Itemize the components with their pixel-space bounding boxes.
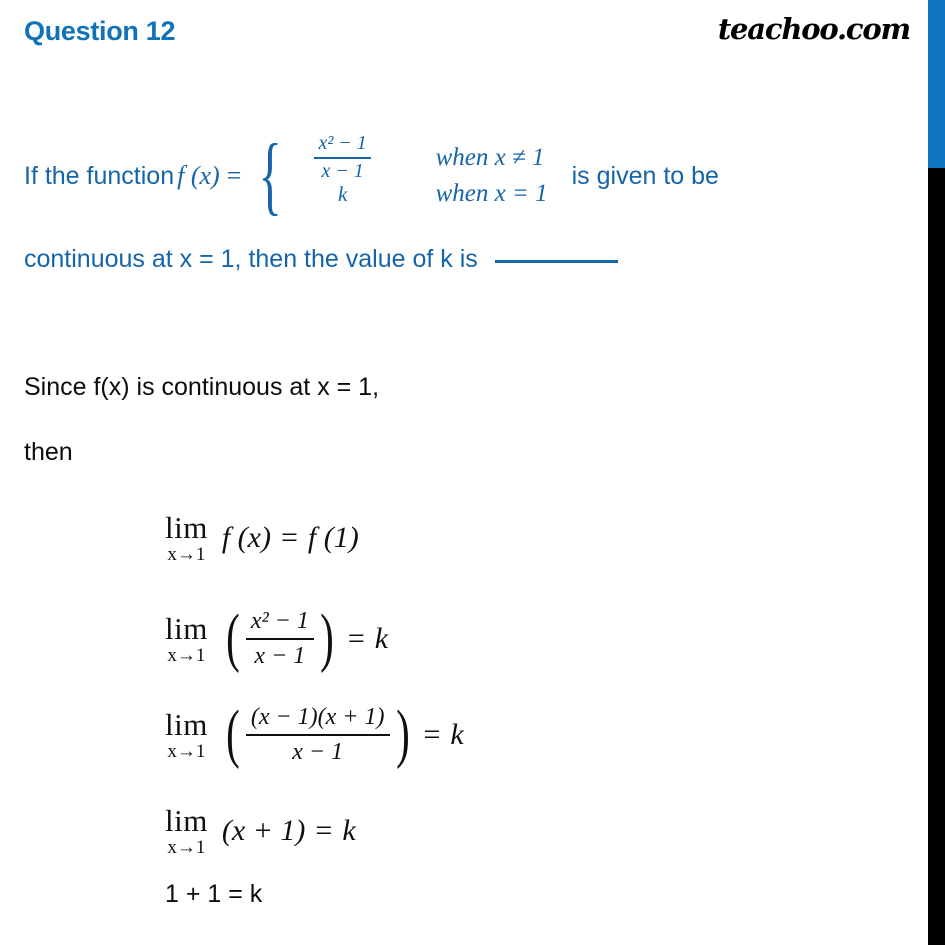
page-title: Question 12 xyxy=(24,16,176,46)
limit-operator: lim x→1 xyxy=(165,805,208,857)
question-line-1: If the function f (x) = { x² − 1 x − 1 w… xyxy=(24,126,914,224)
fraction-denominator: x − 1 xyxy=(292,738,344,765)
fraction-numerator: x² − 1 xyxy=(250,608,309,634)
question-line-2-text: continuous at x = 1, then the value of k… xyxy=(24,245,478,273)
fraction: x² − 1 x − 1 xyxy=(245,607,314,671)
question-line-2: continuous at x = 1, then the value of k… xyxy=(24,245,618,274)
slide-page: Question 12 teachoo.com If the function … xyxy=(0,0,945,945)
limit-operator: lim x→1 xyxy=(165,709,208,761)
question-tail-text: is given to be xyxy=(571,161,719,190)
right-edge-blue-bar xyxy=(928,0,945,168)
equation-limit-fx-equals-f1: lim x→1 f (x) = f (1) xyxy=(165,512,359,564)
case-1-condition: when x ≠ 1 xyxy=(435,144,545,171)
right-paren-icon: ) xyxy=(320,601,334,675)
limit-symbol: lim xyxy=(165,610,208,646)
equation-1-rhs: f (1) xyxy=(307,521,359,554)
limit-symbol: lim xyxy=(165,706,208,742)
left-brace-icon: { xyxy=(258,126,283,224)
limit-symbol: lim xyxy=(165,803,208,838)
equation-2-rhs: k xyxy=(374,621,389,655)
function-notation: f (x) xyxy=(177,161,220,190)
brand-logo: teachoo.com xyxy=(717,12,911,46)
left-paren-icon: ( xyxy=(226,697,240,771)
case-2-condition: when x = 1 xyxy=(435,180,548,207)
question-statement: If the function f (x) = { x² − 1 x − 1 w… xyxy=(24,126,914,224)
right-edge-black-bar xyxy=(928,168,945,945)
equation-limit-factored-equals-k: lim x→1 ( (x − 1)(x + 1) x − 1 ) = k xyxy=(165,697,464,771)
equation-3-relation: = xyxy=(423,717,441,751)
piecewise-cases: x² − 1 x − 1 when x ≠ 1 k when x = 1 xyxy=(284,132,548,212)
equation-4-relation: = xyxy=(315,814,333,847)
limit-subscript: x→1 xyxy=(167,740,206,762)
equals-sign: = xyxy=(226,161,242,190)
limit-subscript: x→1 xyxy=(167,544,206,565)
fraction-denominator: x − 1 xyxy=(254,642,306,669)
equation-2-relation: = xyxy=(347,621,365,655)
case-2-value: k xyxy=(337,181,348,206)
equation-one-plus-one-equals-k: 1 + 1 = k xyxy=(165,880,262,909)
fraction-numerator: x² − 1 xyxy=(318,132,367,155)
equation-4-rhs: k xyxy=(342,814,356,847)
limit-operator: lim x→1 xyxy=(165,613,208,665)
page-header: Question 12 teachoo.com xyxy=(0,0,928,62)
solution-line-1: Since f(x) is continuous at x = 1, xyxy=(24,373,380,401)
piecewise-case-2: k when x = 1 xyxy=(284,176,548,212)
piecewise-definition: { x² − 1 x − 1 when x ≠ 1 k when x = 1 xyxy=(249,126,548,224)
limit-symbol: lim xyxy=(165,510,208,545)
limit-subscript: x→1 xyxy=(167,644,206,666)
equation-limit-x-plus-1-equals-k: lim x→1 (x + 1) = k xyxy=(165,805,356,857)
left-paren-icon: ( xyxy=(226,601,240,675)
equation-5-text: 1 + 1 = k xyxy=(165,880,263,908)
piecewise-case-1: x² − 1 x − 1 when x ≠ 1 xyxy=(284,132,548,182)
fraction: (x − 1)(x + 1) x − 1 xyxy=(245,703,390,767)
limit-operator: lim x→1 xyxy=(165,512,208,564)
solution-line-2: then xyxy=(24,438,73,466)
fraction-numerator: (x − 1)(x + 1) xyxy=(250,704,385,730)
equation-4-body: (x + 1) xyxy=(221,814,306,847)
equation-1-body: f (x) xyxy=(221,521,271,554)
answer-blank xyxy=(494,260,618,263)
right-paren-icon: ) xyxy=(395,697,410,771)
question-intro-text: If the function xyxy=(24,161,175,190)
equation-3-rhs: k xyxy=(450,717,464,751)
equation-1-relation: = xyxy=(280,521,298,554)
limit-subscript: x→1 xyxy=(167,837,206,858)
equation-limit-fraction-equals-k: lim x→1 ( x² − 1 x − 1 ) = k xyxy=(165,601,389,675)
